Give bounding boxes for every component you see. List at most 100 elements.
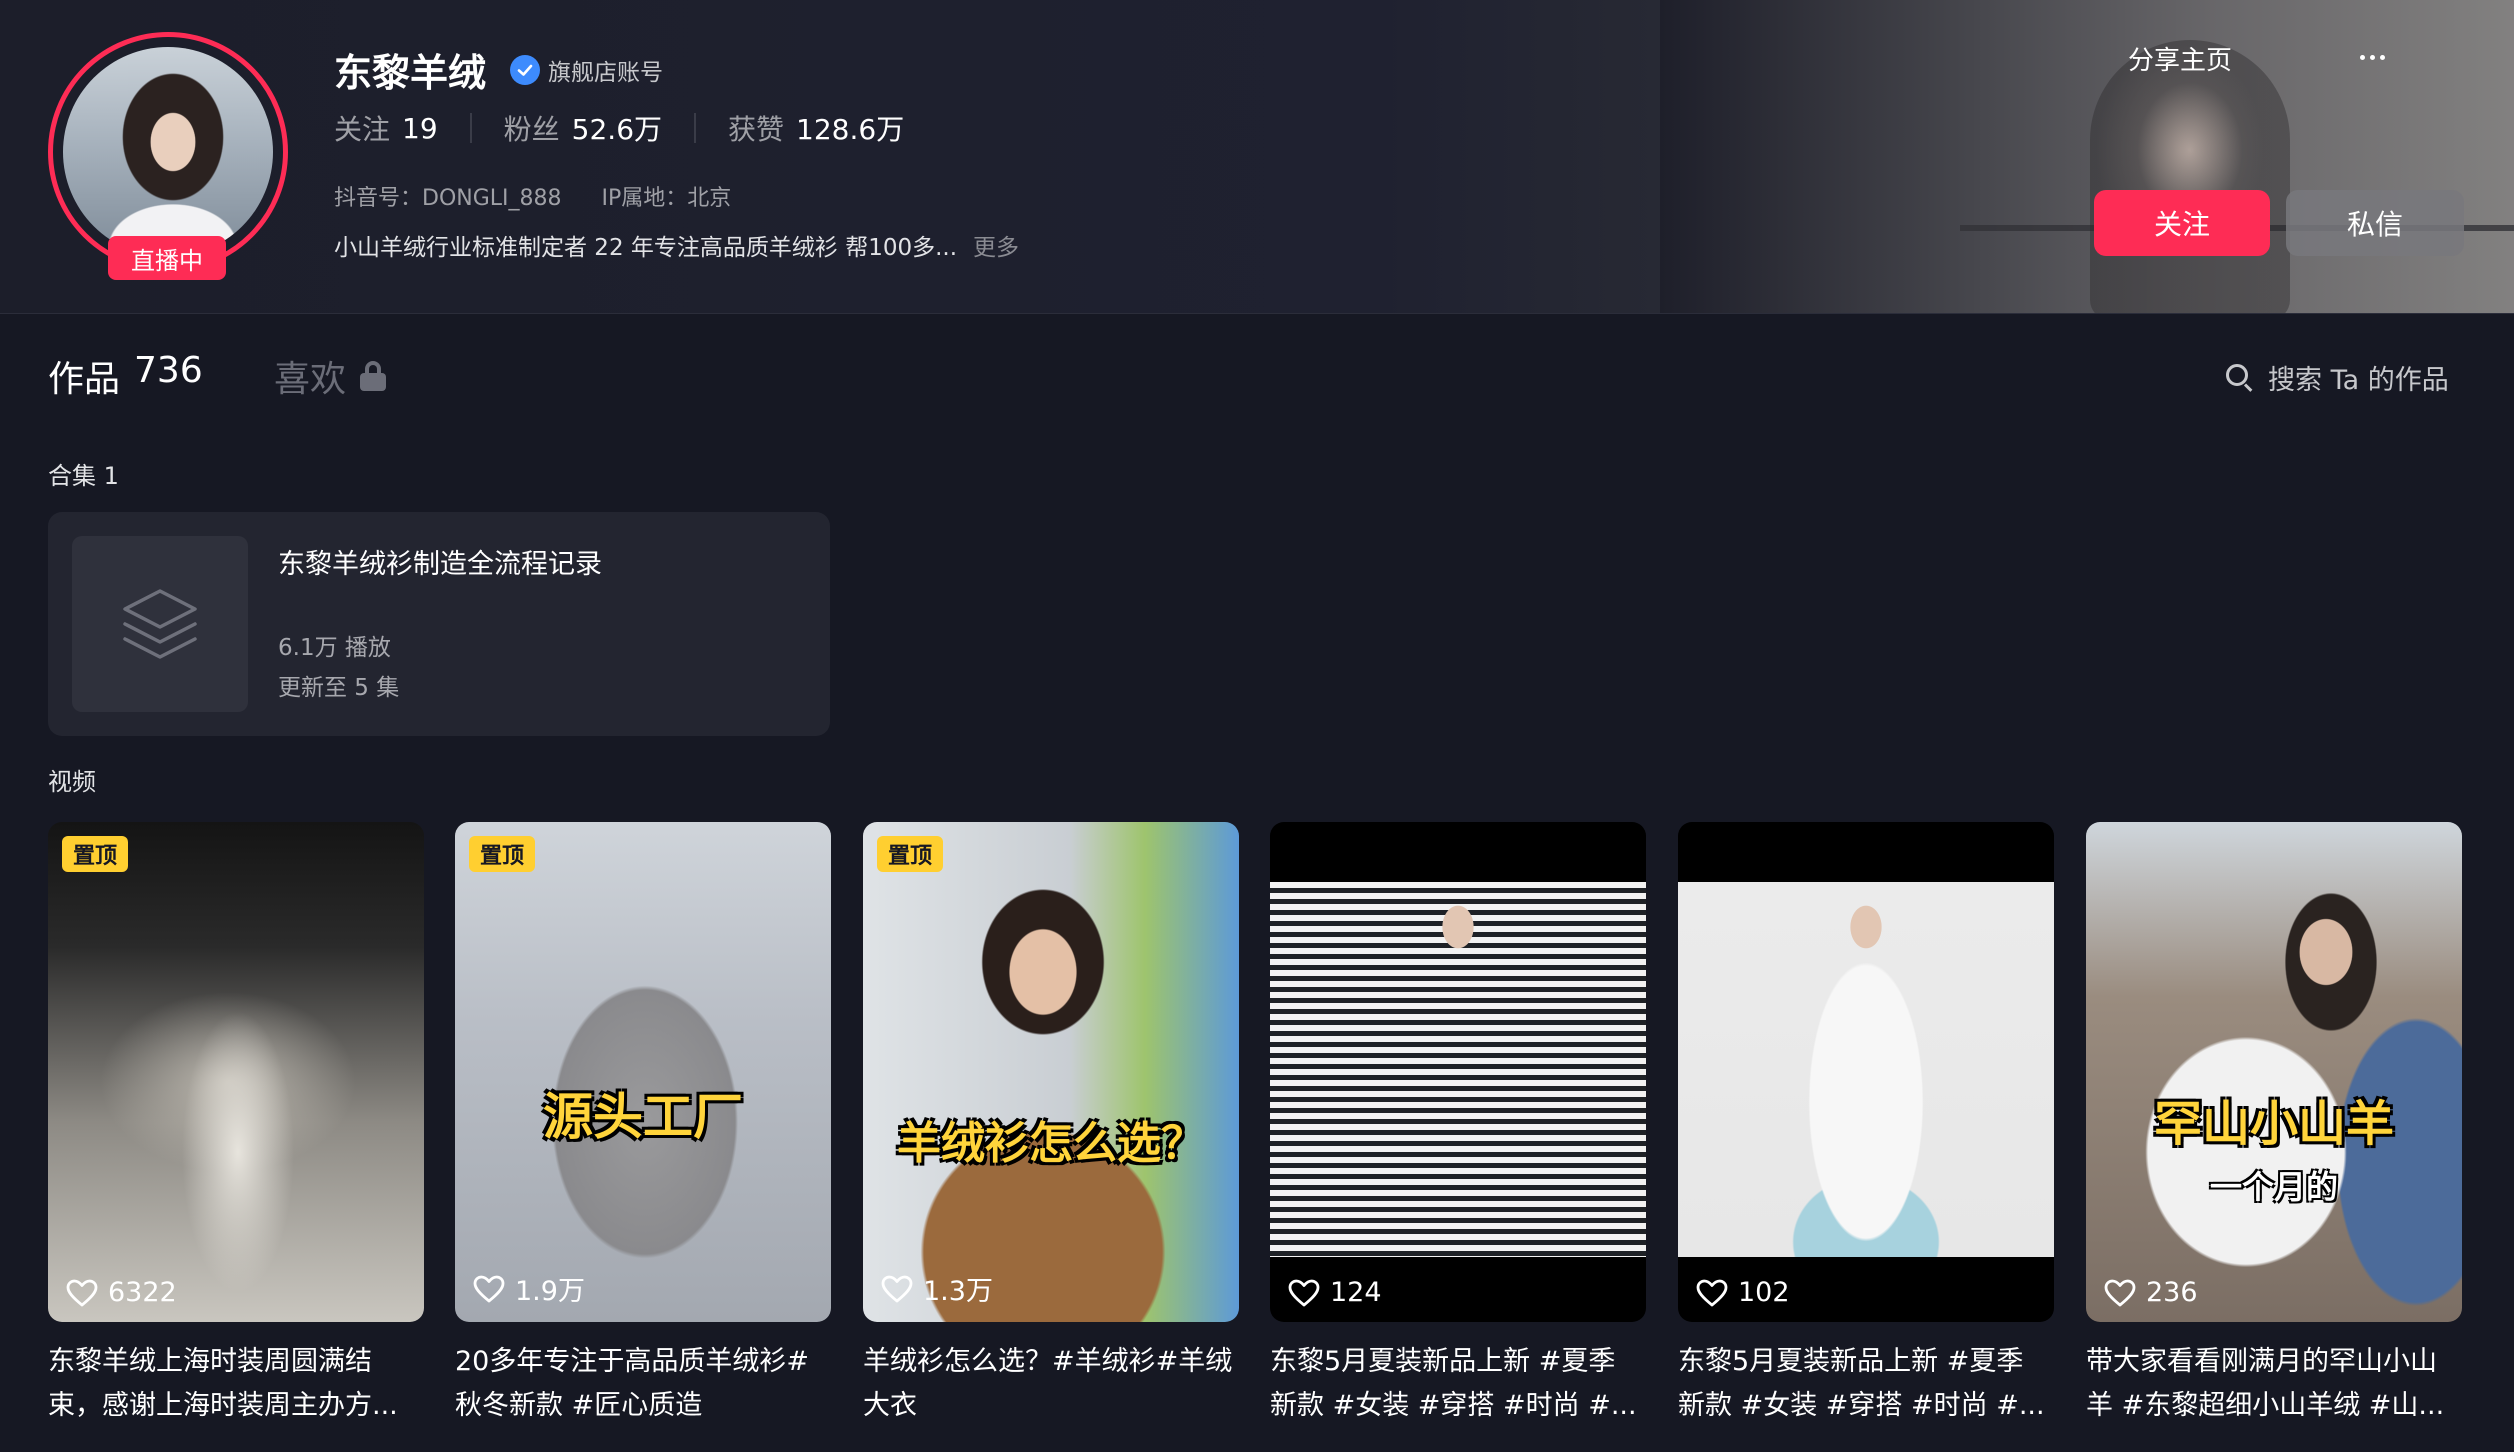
- layers-icon: [123, 589, 197, 659]
- bio-text: 小山羊绒行业标准制定者 22 年专注高品质羊绒衫 帮100多...: [334, 235, 958, 261]
- videos-heading: 视频: [48, 768, 96, 796]
- tab-likes[interactable]: 喜欢: [274, 350, 387, 402]
- caption-line: 20多年专注于高品质羊绒衫#: [455, 1346, 809, 1377]
- message-button[interactable]: 私信: [2286, 190, 2464, 256]
- ellipsis-icon[interactable]: [2360, 50, 2390, 64]
- search-placeholder: 搜索 Ta 的作品: [2268, 365, 2449, 396]
- video-caption[interactable]: 东黎5月夏装新品上新 #夏季 新款 #女装 #穿搭 #时尚 #...: [1270, 1340, 1646, 1428]
- heart-icon: [1696, 1279, 1728, 1306]
- following-count[interactable]: 19: [402, 112, 438, 145]
- pinned-badge: 置顶: [877, 836, 943, 872]
- heart-icon: [66, 1279, 98, 1306]
- caption-line: 东黎5月夏装新品上新 #夏季: [1270, 1346, 1616, 1377]
- like-count: 124: [1288, 1277, 1382, 1308]
- like-count-value: 236: [2146, 1277, 2198, 1308]
- bio-row: 小山羊绒行业标准制定者 22 年专注高品质羊绒衫 帮100多... 更多: [334, 228, 1019, 262]
- bio-more-link[interactable]: 更多: [973, 228, 1019, 262]
- video-card[interactable]: 102 东黎5月夏装新品上新 #夏季 新款 #女装 #穿搭 #时尚 #...: [1678, 822, 2054, 1428]
- video-thumbnail[interactable]: 置顶 6322: [48, 822, 424, 1322]
- caption-line: 大衣: [863, 1390, 917, 1421]
- video-card[interactable]: 124 东黎5月夏装新品上新 #夏季 新款 #女装 #穿搭 #时尚 #...: [1270, 822, 1646, 1428]
- like-count: 6322: [66, 1277, 177, 1308]
- like-count: 1.9万: [473, 1269, 585, 1308]
- stats-row: 关注 19 粉丝 52.6万 获赞 128.6万: [334, 108, 904, 148]
- video-thumbnail[interactable]: 罕山小山羊 一个月的 236: [2086, 822, 2462, 1322]
- tab-works-label: 作品: [48, 359, 121, 400]
- profile-header: 直播中 东黎羊绒 旗舰店账号 关注 19 粉丝 52.6万 获赞 128.6万 …: [0, 0, 2514, 314]
- tab-works-count: 736: [134, 350, 203, 391]
- video-overlay-text: 源头工厂: [543, 1088, 743, 1146]
- video-overlay-text: 羊绒衫怎么选？: [897, 1118, 1205, 1169]
- collection-thumbnail: [72, 536, 248, 712]
- ip-location: IP属地：北京: [601, 186, 732, 211]
- like-count-value: 102: [1738, 1277, 1790, 1308]
- like-count-value: 1.9万: [515, 1276, 585, 1307]
- avatar-image: [63, 47, 273, 257]
- video-overlay-subtext: 一个月的: [2209, 1168, 2338, 1206]
- video-caption[interactable]: 东黎羊绒上海时装周圆满结 束，感谢上海时装周主办方...: [48, 1340, 424, 1428]
- caption-line: 秋冬新款 #匠心质造: [455, 1390, 703, 1421]
- video-thumbnail[interactable]: 置顶 源头工厂 1.9万: [455, 822, 831, 1322]
- collection-card[interactable]: 东黎羊绒衫制造全流程记录 6.1万 播放 更新至 5 集: [48, 512, 830, 736]
- verified-icon: [510, 54, 541, 85]
- following-label[interactable]: 关注: [334, 108, 390, 148]
- collection-plays: 6.1万 播放: [278, 635, 391, 661]
- pinned-badge: 置顶: [469, 836, 535, 872]
- video-card[interactable]: 置顶 6322 东黎羊绒上海时装周圆满结 束，感谢上海时装周主办方...: [48, 822, 424, 1428]
- video-card[interactable]: 罕山小山羊 一个月的 236 带大家看看刚满月的罕山小山 羊 #东黎超细小山羊绒…: [2086, 822, 2462, 1428]
- video-caption[interactable]: 20多年专注于高品质羊绒衫# 秋冬新款 #匠心质造: [455, 1340, 831, 1428]
- collection-update-status: 更新至 5 集: [278, 675, 400, 701]
- caption-line: 束，感谢上海时装周主办方...: [48, 1390, 398, 1421]
- heart-icon: [881, 1275, 913, 1302]
- video-thumbnail[interactable]: 102: [1678, 822, 2054, 1322]
- meta-row: 抖音号：DONGLI_888 IP属地：北京: [334, 180, 731, 212]
- video-caption[interactable]: 带大家看看刚满月的罕山小山 羊 #东黎超细小山羊绒 #山...: [2086, 1340, 2462, 1428]
- collection-title: 东黎羊绒衫制造全流程记录: [278, 549, 602, 580]
- heart-icon: [2104, 1279, 2136, 1306]
- like-count-value: 124: [1330, 1277, 1382, 1308]
- caption-line: 羊绒衫怎么选？#羊绒衫#羊绒: [863, 1346, 1233, 1377]
- likes-count: 128.6万: [796, 113, 905, 146]
- search-icon: [2226, 363, 2254, 392]
- caption-line: 羊 #东黎超细小山羊绒 #山...: [2086, 1390, 2445, 1421]
- username: 东黎羊绒: [334, 51, 487, 95]
- fans-count[interactable]: 52.6万: [572, 108, 662, 148]
- like-count-value: 6322: [108, 1277, 177, 1308]
- video-caption[interactable]: 羊绒衫怎么选？#羊绒衫#羊绒 大衣: [863, 1340, 1239, 1428]
- divider: [694, 113, 697, 143]
- tab-works[interactable]: 作品 736: [48, 350, 203, 402]
- like-count-value: 1.3万: [923, 1276, 993, 1307]
- tab-likes-label: 喜欢: [274, 359, 347, 400]
- collections-heading: 合集 1: [48, 462, 119, 490]
- video-thumbnail[interactable]: 124: [1270, 822, 1646, 1322]
- caption-line: 新款 #女装 #穿搭 #时尚 #...: [1270, 1390, 1637, 1421]
- fans-label[interactable]: 粉丝: [504, 108, 560, 148]
- live-badge[interactable]: 直播中: [108, 236, 226, 280]
- search-works-input[interactable]: 搜索 Ta 的作品: [2226, 358, 2449, 397]
- video-overlay-text: 罕山小山羊: [2153, 1096, 2394, 1152]
- heart-icon: [473, 1275, 505, 1302]
- video-thumbnail[interactable]: 置顶 羊绒衫怎么选？ 1.3万: [863, 822, 1239, 1322]
- header-background-photo: [1660, 0, 2514, 313]
- video-card[interactable]: 置顶 羊绒衫怎么选？ 1.3万 羊绒衫怎么选？#羊绒衫#羊绒 大衣: [863, 822, 1239, 1428]
- like-count: 236: [2104, 1277, 2198, 1308]
- caption-line: 带大家看看刚满月的罕山小山: [2086, 1346, 2437, 1377]
- lock-icon: [360, 361, 387, 391]
- share-profile-button[interactable]: 分享主页: [2128, 40, 2232, 77]
- like-count: 102: [1696, 1277, 1790, 1308]
- caption-line: 东黎羊绒上海时装周圆满结: [48, 1346, 372, 1377]
- pinned-badge: 置顶: [62, 836, 128, 872]
- caption-line: 东黎5月夏装新品上新 #夏季: [1678, 1346, 2024, 1377]
- name-row: 东黎羊绒 旗舰店账号: [334, 42, 663, 97]
- douyin-id: 抖音号：DONGLI_888: [334, 186, 562, 211]
- divider: [469, 113, 472, 143]
- header-person-image: [2090, 40, 2290, 313]
- video-caption[interactable]: 东黎5月夏装新品上新 #夏季 新款 #女装 #穿搭 #时尚 #...: [1678, 1340, 2054, 1428]
- heart-icon: [1288, 1279, 1320, 1306]
- follow-button[interactable]: 关注: [2094, 190, 2270, 256]
- video-card[interactable]: 置顶 源头工厂 1.9万 20多年专注于高品质羊绒衫# 秋冬新款 #匠心质造: [455, 822, 831, 1428]
- likes-label: 获赞: [728, 113, 785, 146]
- caption-line: 新款 #女装 #穿搭 #时尚 #...: [1678, 1390, 2045, 1421]
- like-count: 1.3万: [881, 1269, 993, 1308]
- verified-label: 旗舰店账号: [548, 59, 664, 86]
